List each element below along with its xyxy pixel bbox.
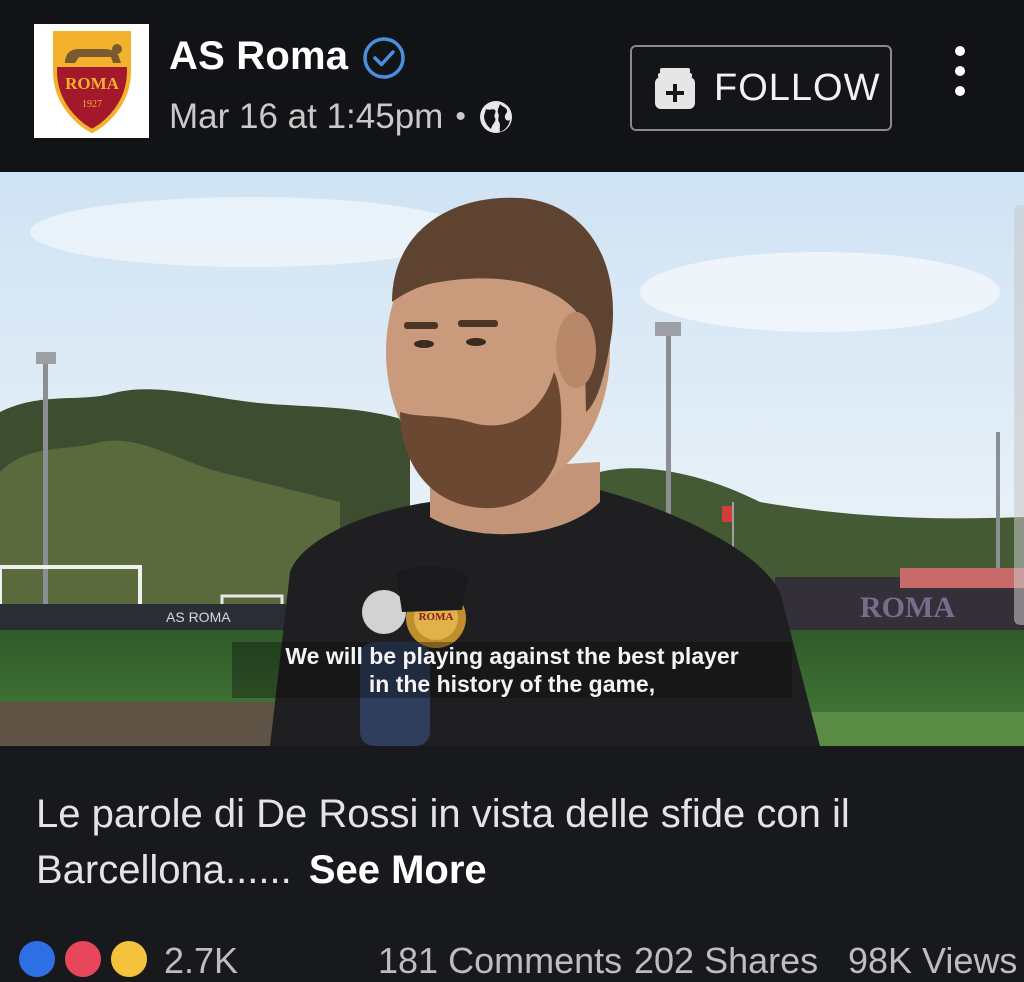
banner-left-text: AS ROMA: [166, 609, 231, 625]
menu-dot: [955, 86, 965, 96]
menu-dot: [955, 66, 965, 76]
post-meta: Mar 16 at 1:45pm •: [169, 97, 514, 137]
subtitle-line-2: in the history of the game,: [368, 671, 656, 697]
reaction-icons[interactable]: [16, 938, 156, 980]
see-more-link[interactable]: See More: [309, 848, 487, 892]
add-page-icon: [655, 68, 695, 109]
like-reaction-icon: [16, 938, 58, 980]
subtitle-line-1: We will be playing against the best play…: [285, 643, 739, 669]
globe-icon: [479, 101, 512, 133]
verified-badge-icon: [363, 37, 405, 79]
follow-label: FOLLOW: [714, 66, 881, 109]
banner-right-text: ROMA: [860, 591, 955, 624]
meta-separator: •: [455, 100, 466, 133]
love-reaction-icon: [62, 938, 104, 980]
menu-dot: [955, 46, 965, 56]
post-header: ROMA 1927 AS Roma Mar 16 at 1:45pm • FOL…: [0, 0, 1024, 172]
page-avatar[interactable]: ROMA 1927: [34, 24, 149, 138]
crest-text: ROMA: [65, 74, 120, 93]
reactions-count[interactable]: 2.7K: [164, 940, 238, 982]
scrollbar-thumb[interactable]: [1014, 205, 1024, 625]
comments-count[interactable]: 181 Comments: [378, 940, 622, 982]
haha-reaction-icon: [108, 938, 150, 980]
page-name[interactable]: AS Roma: [169, 34, 348, 79]
mic-flag-label: ROMA: [419, 611, 454, 623]
post-timestamp[interactable]: Mar 16 at 1:45pm: [169, 97, 443, 137]
post-stats-row: 2.7K 181 Comments 202 Shares 98K Views: [16, 938, 1017, 981]
shares-count[interactable]: 202 Shares: [634, 940, 818, 982]
more-options-icon[interactable]: [940, 46, 980, 96]
follow-button[interactable]: FOLLOW: [630, 45, 892, 131]
views-count: 98K Views: [848, 940, 1018, 981]
roma-crest-logo: ROMA 1927: [53, 31, 131, 134]
video-subtitles: We will be playing against the best play…: [232, 642, 792, 698]
crest-year: 1927: [82, 99, 102, 110]
video-player[interactable]: AS ROMA ROMA ROMA We will be playing aga…: [0, 172, 1024, 746]
post-caption: Le parole di De Rossi in vista delle sfi…: [36, 786, 986, 898]
